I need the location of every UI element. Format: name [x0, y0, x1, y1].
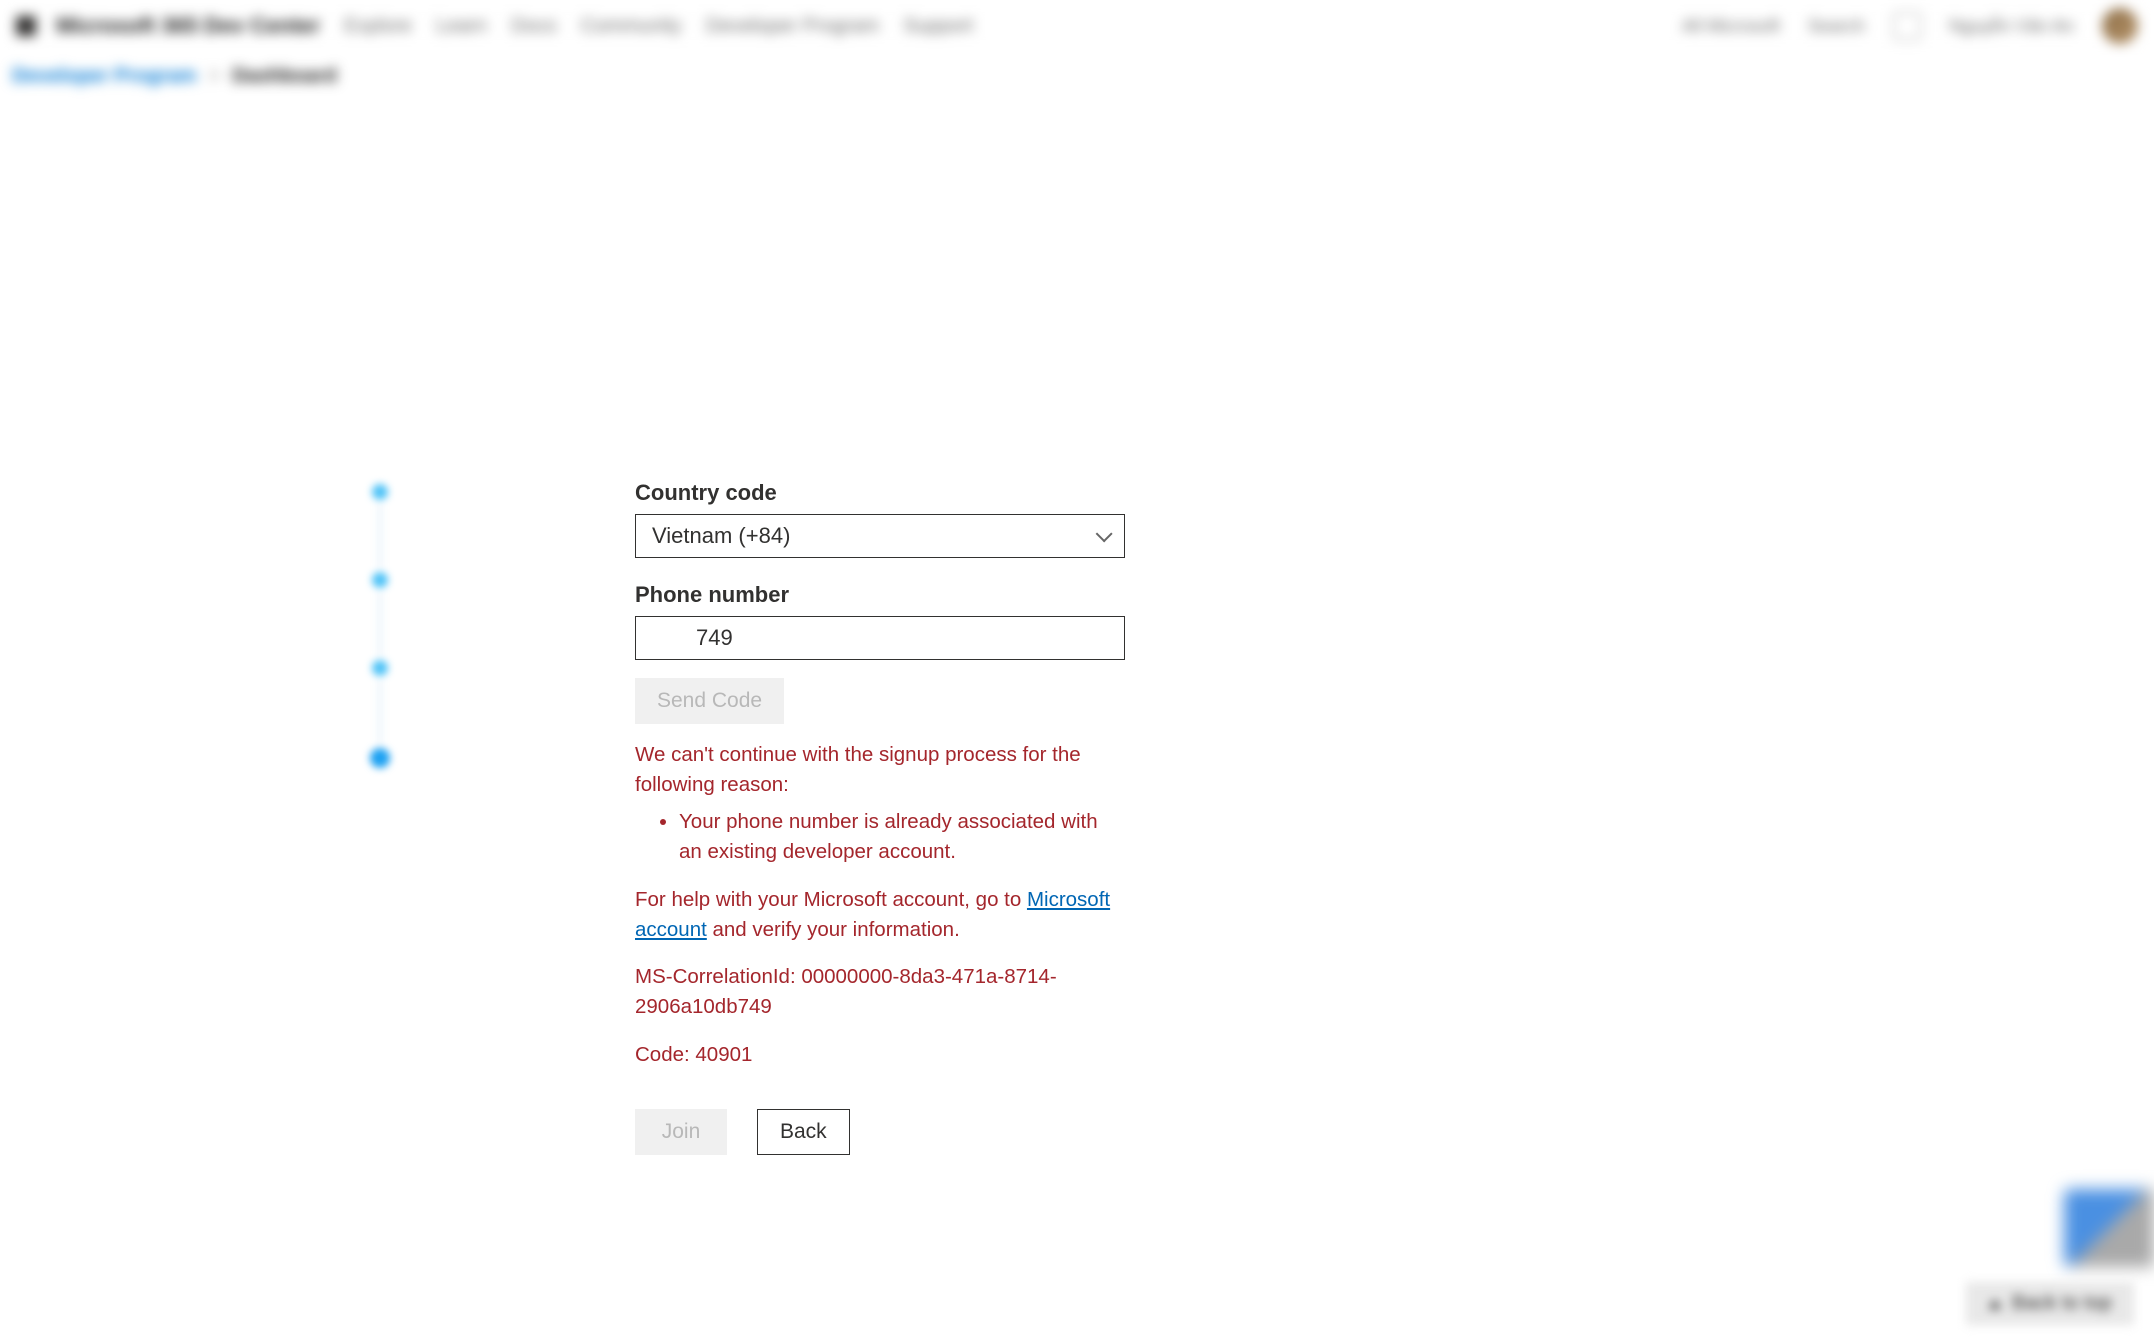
nav-search[interactable]: Search: [1808, 16, 1865, 37]
back-button[interactable]: Back: [757, 1109, 850, 1155]
chevron-down-icon: [1096, 525, 1113, 542]
country-code-value: Vietnam (+84): [652, 523, 790, 549]
send-code-button[interactable]: Send Code: [635, 678, 784, 724]
join-button[interactable]: Join: [635, 1109, 727, 1155]
error-reason-list: Your phone number is already associated …: [635, 807, 1125, 866]
nav-learn[interactable]: Learn: [436, 15, 487, 38]
nav-right: All Microsoft Search Nguyễn Văn An: [1682, 8, 2138, 44]
stepper-line: [379, 592, 381, 656]
error-correlation-id: MS-CorrelationId: 00000000-8da3-471a-871…: [635, 962, 1125, 1021]
phone-number-value: 749: [696, 625, 733, 651]
search-icon[interactable]: [1893, 12, 1921, 40]
breadcrumb-separator: >: [209, 65, 221, 88]
step-dot-3: [372, 660, 388, 676]
stepper-line: [379, 680, 381, 744]
nav-docs[interactable]: Docs: [511, 15, 557, 38]
recaptcha-badge: [2064, 1189, 2154, 1267]
step-dot-2: [372, 572, 388, 588]
waffle-icon[interactable]: [16, 16, 36, 36]
action-row: Join Back: [635, 1109, 1125, 1155]
nav-username: Nguyễn Văn An: [1949, 16, 2074, 37]
nav-explore[interactable]: Explore: [344, 15, 412, 38]
brand-title[interactable]: Microsoft 365 Dev Center: [56, 13, 320, 39]
country-code-select[interactable]: Vietnam (+84): [635, 514, 1125, 558]
phone-number-label: Phone number: [635, 582, 1125, 608]
error-block: We can't continue with the signup proces…: [635, 740, 1125, 1069]
avatar[interactable]: [2102, 8, 2138, 44]
error-help-text: For help with your Microsoft account, go…: [635, 885, 1125, 944]
back-to-top-label: Back to top: [2012, 1292, 2112, 1315]
step-dot-1: [372, 484, 388, 500]
error-code: Code: 40901: [635, 1040, 1125, 1070]
back-to-top-button[interactable]: Back to top: [1966, 1282, 2134, 1325]
nav-all-microsoft[interactable]: All Microsoft: [1682, 16, 1780, 37]
stepper-line: [379, 504, 381, 568]
phone-number-input[interactable]: 749: [635, 616, 1125, 660]
error-intro: We can't continue with the signup proces…: [635, 740, 1125, 799]
phone-verification-form: Country code Vietnam (+84) Phone number …: [635, 480, 1125, 1155]
breadcrumb-link-developer-program[interactable]: Developer Program: [12, 65, 197, 88]
breadcrumb: Developer Program > Dashboard: [0, 52, 2154, 100]
arrow-up-icon: [1988, 1299, 2002, 1309]
error-help-prefix: For help with your Microsoft account, go…: [635, 888, 1027, 911]
breadcrumb-current: Dashboard: [232, 65, 336, 88]
signup-stepper: [370, 480, 390, 772]
top-nav: Microsoft 365 Dev Center Explore Learn D…: [0, 0, 2154, 52]
error-help-suffix: and verify your information.: [707, 918, 960, 941]
step-dot-4: [370, 748, 390, 768]
error-reason-item: Your phone number is already associated …: [679, 807, 1125, 866]
nav-developer-program[interactable]: Developer Program: [706, 15, 879, 38]
country-code-label: Country code: [635, 480, 1125, 506]
nav-community[interactable]: Community: [581, 15, 682, 38]
nav-support[interactable]: Support: [903, 15, 973, 38]
